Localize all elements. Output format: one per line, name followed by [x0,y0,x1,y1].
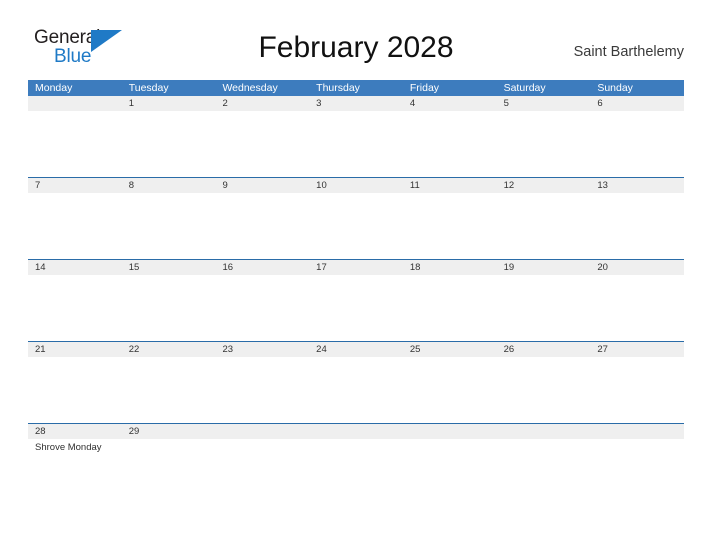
day-cell-17[interactable] [309,275,403,341]
day-cell-8[interactable] [122,193,216,259]
day-cell-29[interactable] [122,439,216,459]
calendar-grid: Monday Tuesday Wednesday Thursday Friday Satu… [28,80,684,459]
day-cell-26[interactable] [497,357,591,423]
day-number-21[interactable]: 21 [28,342,122,357]
day-cell-3[interactable] [309,111,403,177]
calendar-week-row: 21 22 23 24 25 26 27 [28,341,684,423]
day-number-empty [497,424,591,439]
day-cell-empty [28,111,122,177]
week-event-area [28,357,684,423]
day-number-6[interactable]: 6 [590,96,684,111]
weekday-header-monday: Monday [35,82,73,94]
day-cell-14[interactable] [28,275,122,341]
day-number-5[interactable]: 5 [497,96,591,111]
day-number-4[interactable]: 4 [403,96,497,111]
day-number-3[interactable]: 3 [309,96,403,111]
region-label: Saint Barthelemy [573,44,684,60]
day-number-12[interactable]: 12 [497,178,591,193]
day-number-empty [215,424,309,439]
calendar-week-row: 7 8 9 10 11 12 13 [28,177,684,259]
weekday-header-friday: Friday [409,82,440,94]
day-number-24[interactable]: 24 [309,342,403,357]
week-date-band: 14 15 16 17 18 19 20 [28,260,684,275]
calendar-week-row: 14 15 16 17 18 19 20 [28,259,684,341]
day-cell-5[interactable] [497,111,591,177]
day-cell-9[interactable] [215,193,309,259]
day-number-empty [309,424,403,439]
day-cell-23[interactable] [215,357,309,423]
day-number-empty [28,96,122,111]
day-cell-22[interactable] [122,357,216,423]
day-number-27[interactable]: 27 [590,342,684,357]
weekday-header-row: Monday Tuesday Wednesday Thursday Friday Satu… [28,80,684,96]
day-number-11[interactable]: 11 [403,178,497,193]
day-number-18[interactable]: 18 [403,260,497,275]
weekday-header-saturday: Saturday [503,82,546,94]
day-number-1[interactable]: 1 [122,96,216,111]
weekday-header-wednesday: Wednesday [222,82,278,94]
weekday-header-sunday: Sunday [597,82,633,94]
day-cell-16[interactable] [215,275,309,341]
day-cell-12[interactable] [497,193,591,259]
event-label: Shrove Monday [35,442,102,453]
day-number-22[interactable]: 22 [122,342,216,357]
day-cell-27[interactable] [590,357,684,423]
week-event-area [28,275,684,341]
week-date-band: 123456 [28,96,684,111]
weekday-header-tuesday: Tuesday [128,82,169,94]
day-cell-11[interactable] [403,193,497,259]
day-number-25[interactable]: 25 [403,342,497,357]
day-cell-20[interactable] [590,275,684,341]
week-event-area: Shrove Monday [28,439,684,459]
day-cell-7[interactable] [28,193,122,259]
week-date-band: 21 22 23 24 25 26 27 [28,342,684,357]
day-cell-4[interactable] [403,111,497,177]
calendar-weeks: 1 2 3 4 5 6 7 8 9 10 11 12 13 14 15 16 17 18 19 20 21 22 23 24 2… [28,96,684,459]
day-cell-empty [403,439,497,459]
day-cell-19[interactable] [497,275,591,341]
day-cell-6[interactable] [590,111,684,177]
day-cell-24[interactable] [309,357,403,423]
weekday-header-thursday: Thursday [316,82,360,94]
day-number-20[interactable]: 20 [590,260,684,275]
day-number-19[interactable]: 19 [497,260,591,275]
day-cell-10[interactable] [309,193,403,259]
day-cell-empty [309,439,403,459]
day-cell-21[interactable] [28,357,122,423]
day-number-2[interactable]: 2 [215,96,309,111]
day-number-26[interactable]: 26 [497,342,591,357]
day-number-9[interactable]: 9 [215,178,309,193]
day-cell-empty [215,439,309,459]
day-number-16[interactable]: 16 [215,260,309,275]
day-cell-13[interactable] [590,193,684,259]
day-cell-1[interactable] [122,111,216,177]
day-number-17[interactable]: 17 [309,260,403,275]
day-number-8[interactable]: 8 [122,178,216,193]
day-number-7[interactable]: 7 [28,178,122,193]
day-cell-15[interactable] [122,275,216,341]
day-cell-25[interactable] [403,357,497,423]
day-number-28[interactable]: 28 [28,424,122,439]
calendar-page: General Blue February 2028 Saint Barthel… [0,0,712,550]
day-cell-18[interactable] [403,275,497,341]
day-number-empty [403,424,497,439]
week-date-band: 28 29 [28,424,684,439]
day-cell-28[interactable]: Shrove Monday [28,439,122,459]
week-event-area [28,111,684,177]
day-cell-2[interactable] [215,111,309,177]
day-number-13[interactable]: 13 [590,178,684,193]
day-cell-empty [497,439,591,459]
day-number-23[interactable]: 23 [215,342,309,357]
day-number-10[interactable]: 10 [309,178,403,193]
week-date-band: 7 8 9 10 11 12 13 [28,178,684,193]
day-number-15[interactable]: 15 [122,260,216,275]
day-number-14[interactable]: 14 [28,260,122,275]
day-number-29[interactable]: 29 [122,424,216,439]
day-cell-empty [590,439,684,459]
day-number-empty [590,424,684,439]
page-header: General Blue February 2028 Saint Barthel… [0,22,712,74]
week-event-area [28,193,684,259]
calendar-week-row: 123456 [28,96,684,177]
calendar-week-row: 28 29 Shrove Monday [28,423,684,459]
